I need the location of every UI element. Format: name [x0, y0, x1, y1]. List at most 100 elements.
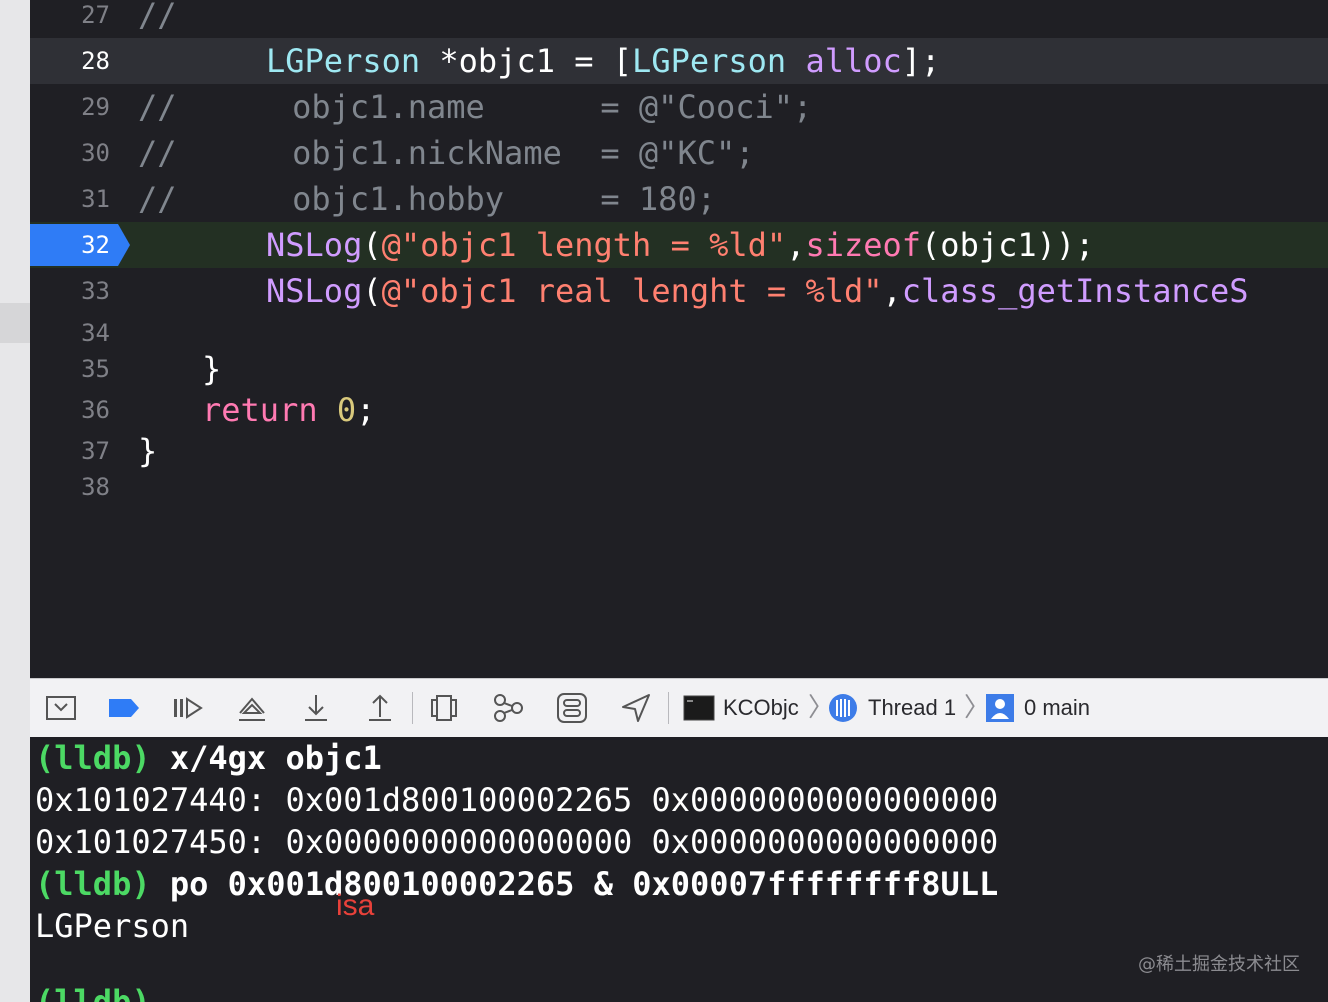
breadcrumb-frame[interactable]: 0 main [1024, 693, 1090, 723]
console-output: 0x101027440: 0x001d800100002265 0x000000… [35, 781, 999, 819]
code-line[interactable]: 29 // objc1.name = @"Cooci"; [30, 84, 1328, 130]
thread-lines-icon [829, 694, 857, 722]
code-line-current[interactable]: 28 LGPerson *objc1 = [LGPerson alloc]; [30, 38, 1328, 84]
panel-notch [0, 303, 30, 343]
continue-icon [174, 697, 203, 719]
code-line[interactable]: 30 // objc1.nickName = @"KC"; [30, 130, 1328, 176]
breadcrumb-target[interactable]: KCObjc [723, 693, 799, 723]
memory-graph-button[interactable] [490, 691, 526, 725]
line-number: 38 [81, 473, 110, 501]
line-number: 28 [81, 47, 110, 75]
breakpoint-icon [109, 699, 139, 717]
continue-button[interactable] [170, 691, 206, 725]
code-text: // objc1.name = @"Cooci"; [138, 84, 812, 130]
console-output: 0x101027450: 0x0000000000000000 0x000000… [35, 823, 999, 861]
code-token: @"objc1 length = %ld" [381, 226, 787, 264]
line-number: 35 [81, 355, 110, 383]
step-over-icon [239, 697, 265, 721]
code-token: ( [362, 226, 382, 264]
line-number: 27 [81, 1, 110, 29]
code-line[interactable]: 36 return 0; [30, 387, 1328, 433]
line-number: 29 [81, 93, 110, 121]
line-number: 30 [81, 139, 110, 167]
code-token: return [202, 391, 318, 429]
lldb-prompt: (lldb) [35, 739, 151, 777]
view-debugger-button[interactable] [426, 691, 462, 725]
code-line[interactable]: 31 // objc1.hobby = 180; [30, 176, 1328, 222]
code-text: NSLog(@"objc1 real lenght = %ld",class_g… [266, 268, 1249, 314]
step-out-icon [369, 694, 391, 721]
frame-icon [985, 693, 1015, 723]
code-line[interactable]: 33 NSLog(@"objc1 real lenght = %ld",clas… [30, 268, 1328, 314]
code-token: LGPerson [266, 42, 421, 80]
environment-overrides-icon [557, 693, 587, 723]
code-token: // [138, 0, 177, 34]
source-editor[interactable]: 27 // 28 LGPerson *objc1 = [LGPerson all… [30, 0, 1328, 678]
code-token: 0 [336, 391, 357, 429]
hide-debug-area-icon [46, 696, 76, 720]
lldb-console[interactable]: (lldb) x/4gx objc1 0x101027440: 0x001d80… [30, 737, 1328, 1002]
line-number: 31 [81, 185, 110, 213]
code-line[interactable]: 27 // [30, 0, 1328, 38]
line-number: 36 [81, 396, 110, 424]
debug-bar: KCObjc 〉 Thread 1 〉 0 main [30, 678, 1328, 738]
code-token: *objc1 = [ [420, 42, 633, 80]
code-line[interactable]: 35 } [30, 346, 1328, 392]
code-text: // objc1.hobby = 180; [138, 176, 716, 222]
thread-icon [828, 693, 858, 723]
isa-annotation: isa [336, 889, 375, 922]
code-token: // [138, 88, 177, 126]
code-token: objc1.hobby = 180; [176, 180, 716, 218]
code-text: return 0; [202, 387, 375, 433]
step-out-button[interactable] [362, 691, 398, 725]
code-token: // [138, 134, 177, 172]
console-command: x/4gx objc1 [150, 739, 382, 777]
breakpoint-marker[interactable]: 32 [30, 224, 130, 266]
console-command: po 0x001d800100002265 & 0x00007ffffffff8… [150, 865, 999, 903]
line-number: 32 [81, 231, 110, 259]
code-token: ; [356, 391, 376, 429]
code-token: sizeof [805, 226, 922, 264]
line-number: 33 [81, 277, 110, 305]
step-into-icon [305, 695, 327, 721]
code-token: class_getInstanceS [901, 272, 1249, 310]
code-token: objc1.name = @"Cooci"; [176, 88, 813, 126]
console-line-cut: (lldb) [35, 981, 151, 1002]
code-token: ( [362, 272, 382, 310]
toolbar-divider [412, 692, 413, 724]
user-frame-icon [986, 694, 1014, 722]
simulate-location-button[interactable] [618, 691, 654, 725]
code-token: objc1.nickName = @"KC"; [176, 134, 755, 172]
breakpoints-toggle-button[interactable] [106, 691, 142, 725]
code-token: (objc1)); [921, 226, 1095, 264]
lldb-prompt: (lldb) [35, 865, 151, 903]
code-text: } [202, 346, 221, 392]
code-text: LGPerson *objc1 = [LGPerson alloc]; [266, 38, 940, 84]
code-token: , [882, 272, 902, 310]
hide-debug-area-button[interactable] [44, 691, 80, 725]
breadcrumb-thread[interactable]: Thread 1 [868, 693, 956, 723]
code-token: } [202, 350, 222, 388]
step-into-button[interactable] [298, 691, 334, 725]
code-token: @"objc1 real lenght = %ld" [381, 272, 883, 310]
code-text: // [138, 0, 177, 38]
code-token: NSLog [266, 226, 363, 264]
code-line[interactable]: 38 [30, 464, 1328, 510]
left-panel-edge [0, 0, 30, 1002]
code-token: , [786, 226, 806, 264]
location-arrow-icon [622, 694, 650, 722]
code-token: LGPerson [632, 42, 787, 80]
watermark: @稀土掘金技术社区 [1138, 954, 1300, 975]
step-over-button[interactable] [234, 691, 270, 725]
console-line: (lldb) x/4gx objc1 [35, 737, 382, 779]
code-text: // objc1.nickName = @"KC"; [138, 130, 755, 176]
view-hierarchy-icon [431, 695, 457, 721]
toolbar-divider [668, 692, 669, 724]
code-token: // [138, 180, 177, 218]
code-token: NSLog [266, 272, 363, 310]
environment-overrides-button[interactable] [554, 691, 590, 725]
terminal-icon [683, 695, 715, 721]
code-line-breakpoint[interactable]: 32 NSLog(@"objc1 length = %ld",sizeof(ob… [30, 222, 1328, 268]
